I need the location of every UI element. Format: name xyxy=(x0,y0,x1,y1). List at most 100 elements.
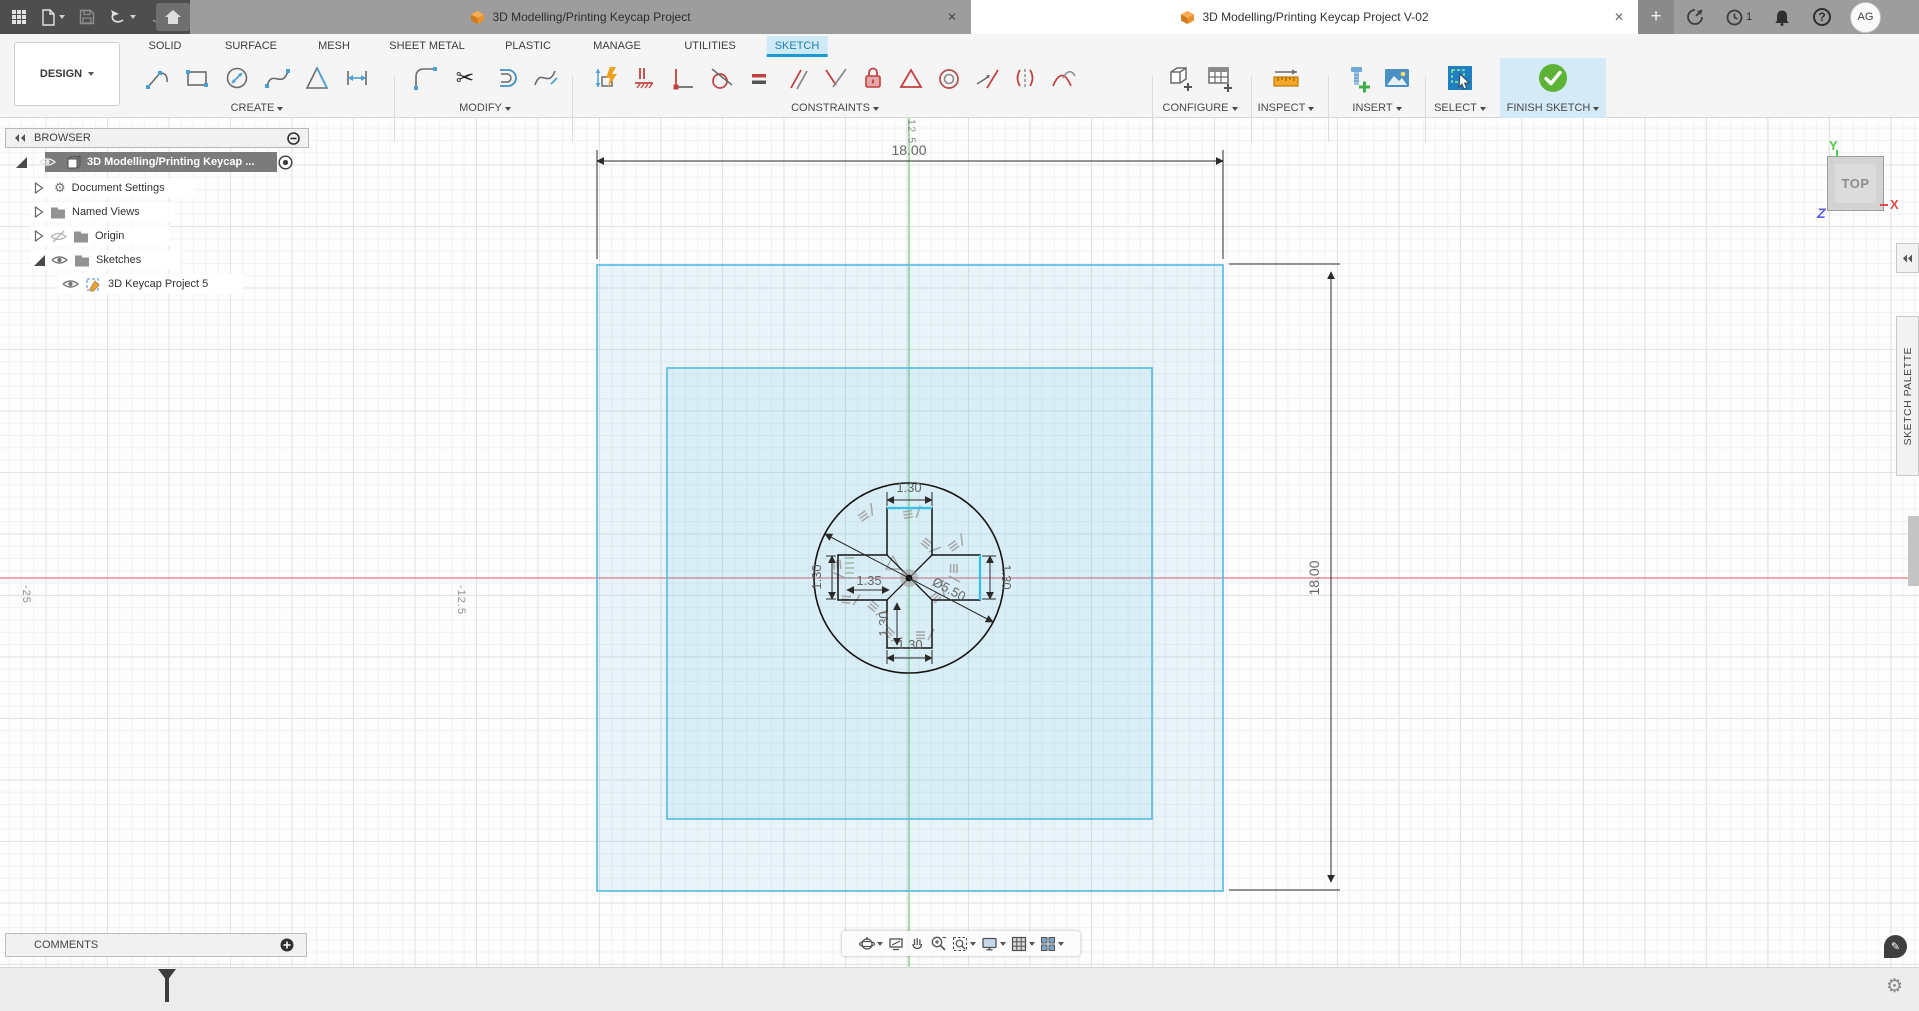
sketch-geometry[interactable]: 18.00 18.00 xyxy=(0,118,1919,967)
dim-slot-bottom[interactable]: 1.30 xyxy=(897,637,922,652)
dim-square-height[interactable] xyxy=(1229,264,1340,890)
workspace-selector[interactable]: DESIGN xyxy=(14,42,120,106)
collapse-circle-icon[interactable] xyxy=(287,132,300,145)
sketch-palette-tab[interactable]: SKETCH PALETTE xyxy=(1896,316,1919,476)
group-label-configure[interactable]: CONFIGURE xyxy=(1155,102,1245,114)
group-label-constraints[interactable]: CONSTRAINTS xyxy=(580,102,1090,114)
tree-item-label[interactable]: Named Views xyxy=(72,206,140,218)
tab-solid[interactable]: SOLID xyxy=(140,36,189,57)
comments-panel[interactable]: COMMENTS xyxy=(5,933,307,957)
viewcube[interactable]: TOP xyxy=(1827,156,1884,211)
viewports-button[interactable] xyxy=(1040,936,1064,952)
equal-constraint-icon[interactable] xyxy=(743,62,775,94)
inner-square-profile[interactable] xyxy=(667,368,1152,819)
rectangle-tool-icon[interactable] xyxy=(181,62,213,94)
expanded-icon[interactable] xyxy=(16,157,27,168)
symmetry-constraint-icon[interactable] xyxy=(1009,62,1041,94)
tree-row-named-views[interactable]: Named Views xyxy=(34,202,140,222)
finish-sketch-icon[interactable] xyxy=(1537,62,1569,94)
notifications-bell-icon[interactable] xyxy=(1762,9,1802,26)
group-label-modify[interactable]: MODIFY xyxy=(402,102,568,114)
comment-bubble-icon[interactable]: ✎ xyxy=(1884,935,1907,958)
grid-snap-button[interactable] xyxy=(1011,936,1035,952)
trim-tool-icon[interactable]: ✂ xyxy=(449,62,481,94)
tab-sheet-metal[interactable]: SHEET METAL xyxy=(381,36,472,57)
tab-mesh[interactable]: MESH xyxy=(310,36,358,57)
tree-item-label[interactable]: 3D Modelling/Printing Keycap ... xyxy=(87,156,254,168)
app-grid-icon[interactable] xyxy=(4,0,34,34)
document-tab-active[interactable]: 3D Modelling/Printing Keycap Project V-0… xyxy=(971,0,1638,34)
tangent-constraint-icon[interactable] xyxy=(705,62,737,94)
right-scrollbar-thumb[interactable] xyxy=(1908,516,1919,586)
tab-manage[interactable]: MANAGE xyxy=(585,36,649,57)
dim-slot-bottom-v[interactable]: 1.30 xyxy=(876,611,891,636)
group-label-insert[interactable]: INSERT xyxy=(1333,102,1421,114)
group-label-inspect[interactable]: INSPECT xyxy=(1256,102,1316,114)
dim-square-width[interactable] xyxy=(597,150,1223,259)
collapsed-icon[interactable] xyxy=(34,206,44,218)
tree-row-root[interactable]: 3D Modelling/Printing Keycap ... xyxy=(16,152,254,172)
concentric-constraint-icon[interactable] xyxy=(933,62,965,94)
tab-plastic[interactable]: PLASTIC xyxy=(497,36,559,57)
configure-box-icon[interactable] xyxy=(1164,62,1196,94)
collapsed-icon[interactable] xyxy=(34,230,44,242)
select-tool-icon[interactable] xyxy=(1444,62,1476,94)
timeline-settings-gear-icon[interactable]: ⚙ xyxy=(1886,977,1903,996)
insert-fastener-icon[interactable] xyxy=(1341,62,1373,94)
collapse-panel-icon[interactable] xyxy=(14,133,26,143)
help-icon[interactable]: ? xyxy=(1802,8,1842,26)
fix-constraint-icon[interactable] xyxy=(857,62,889,94)
orbit-button[interactable] xyxy=(859,936,883,952)
fillet-tool-icon[interactable] xyxy=(409,62,441,94)
file-menu-button[interactable] xyxy=(34,0,72,34)
activate-radio-icon[interactable] xyxy=(278,155,293,170)
tree-item-label[interactable]: Document Settings xyxy=(72,182,165,194)
expand-right-panel-button[interactable] xyxy=(1896,243,1919,273)
tree-row-origin[interactable]: Origin xyxy=(34,226,124,246)
save-icon[interactable] xyxy=(72,0,102,34)
tree-row-document-settings[interactable]: ⚙ Document Settings xyxy=(34,178,165,198)
job-status-button[interactable]: 1 xyxy=(1716,9,1762,26)
zoom-button[interactable] xyxy=(930,935,947,952)
timeline-marker-pole[interactable] xyxy=(165,969,169,1002)
horizontal-vertical-constraint-icon[interactable] xyxy=(629,62,661,94)
curvature-constraint-icon[interactable] xyxy=(1047,62,1079,94)
browser-header[interactable]: BROWSER xyxy=(5,128,309,148)
offset-tool-icon[interactable] xyxy=(489,62,521,94)
spline-tool-icon[interactable] xyxy=(261,62,293,94)
auto-dimension-icon[interactable] xyxy=(591,62,623,94)
dim-slot-left[interactable]: 1.30 xyxy=(809,564,824,589)
coincident-constraint-icon[interactable] xyxy=(667,62,699,94)
undo-button[interactable] xyxy=(102,0,142,34)
midpoint-constraint-icon[interactable] xyxy=(895,62,927,94)
polygon-tool-icon[interactable] xyxy=(301,62,333,94)
extensions-icon[interactable] xyxy=(1674,8,1716,26)
configure-table-icon[interactable] xyxy=(1204,62,1236,94)
tab-surface[interactable]: SURFACE xyxy=(217,36,285,57)
tree-item-label[interactable]: Origin xyxy=(95,230,124,242)
close-tab-icon[interactable]: ✕ xyxy=(947,9,957,25)
measure-tool-icon[interactable] xyxy=(1270,62,1302,94)
eye-icon[interactable] xyxy=(51,254,68,266)
close-tab-icon[interactable]: ✕ xyxy=(1614,9,1624,25)
eye-off-icon[interactable] xyxy=(50,230,67,243)
finish-sketch-button[interactable]: FINISH SKETCH xyxy=(1500,102,1606,114)
parallel-constraint-icon[interactable] xyxy=(781,62,813,94)
document-tab-inactive[interactable]: 3D Modelling/Printing Keycap Project ✕ xyxy=(190,0,971,34)
eye-icon[interactable] xyxy=(39,156,56,168)
collapsed-icon[interactable] xyxy=(34,182,44,194)
fit-button[interactable] xyxy=(952,936,976,952)
expanded-icon[interactable] xyxy=(34,255,45,266)
tree-row-sketches[interactable]: Sketches xyxy=(34,250,141,270)
avatar[interactable]: AG xyxy=(1850,2,1881,33)
eye-icon[interactable] xyxy=(62,278,79,290)
group-label-create[interactable]: CREATE xyxy=(128,102,386,114)
group-label-select[interactable]: SELECT xyxy=(1432,102,1488,114)
add-comment-icon[interactable] xyxy=(280,938,294,952)
look-at-button[interactable] xyxy=(888,936,904,952)
viewcube-face-top[interactable]: TOP xyxy=(1835,164,1876,203)
collinear-constraint-icon[interactable] xyxy=(971,62,1003,94)
break-tool-icon[interactable] xyxy=(529,62,561,94)
new-document-tab-button[interactable]: + xyxy=(1638,0,1674,34)
home-button[interactable] xyxy=(156,3,190,31)
